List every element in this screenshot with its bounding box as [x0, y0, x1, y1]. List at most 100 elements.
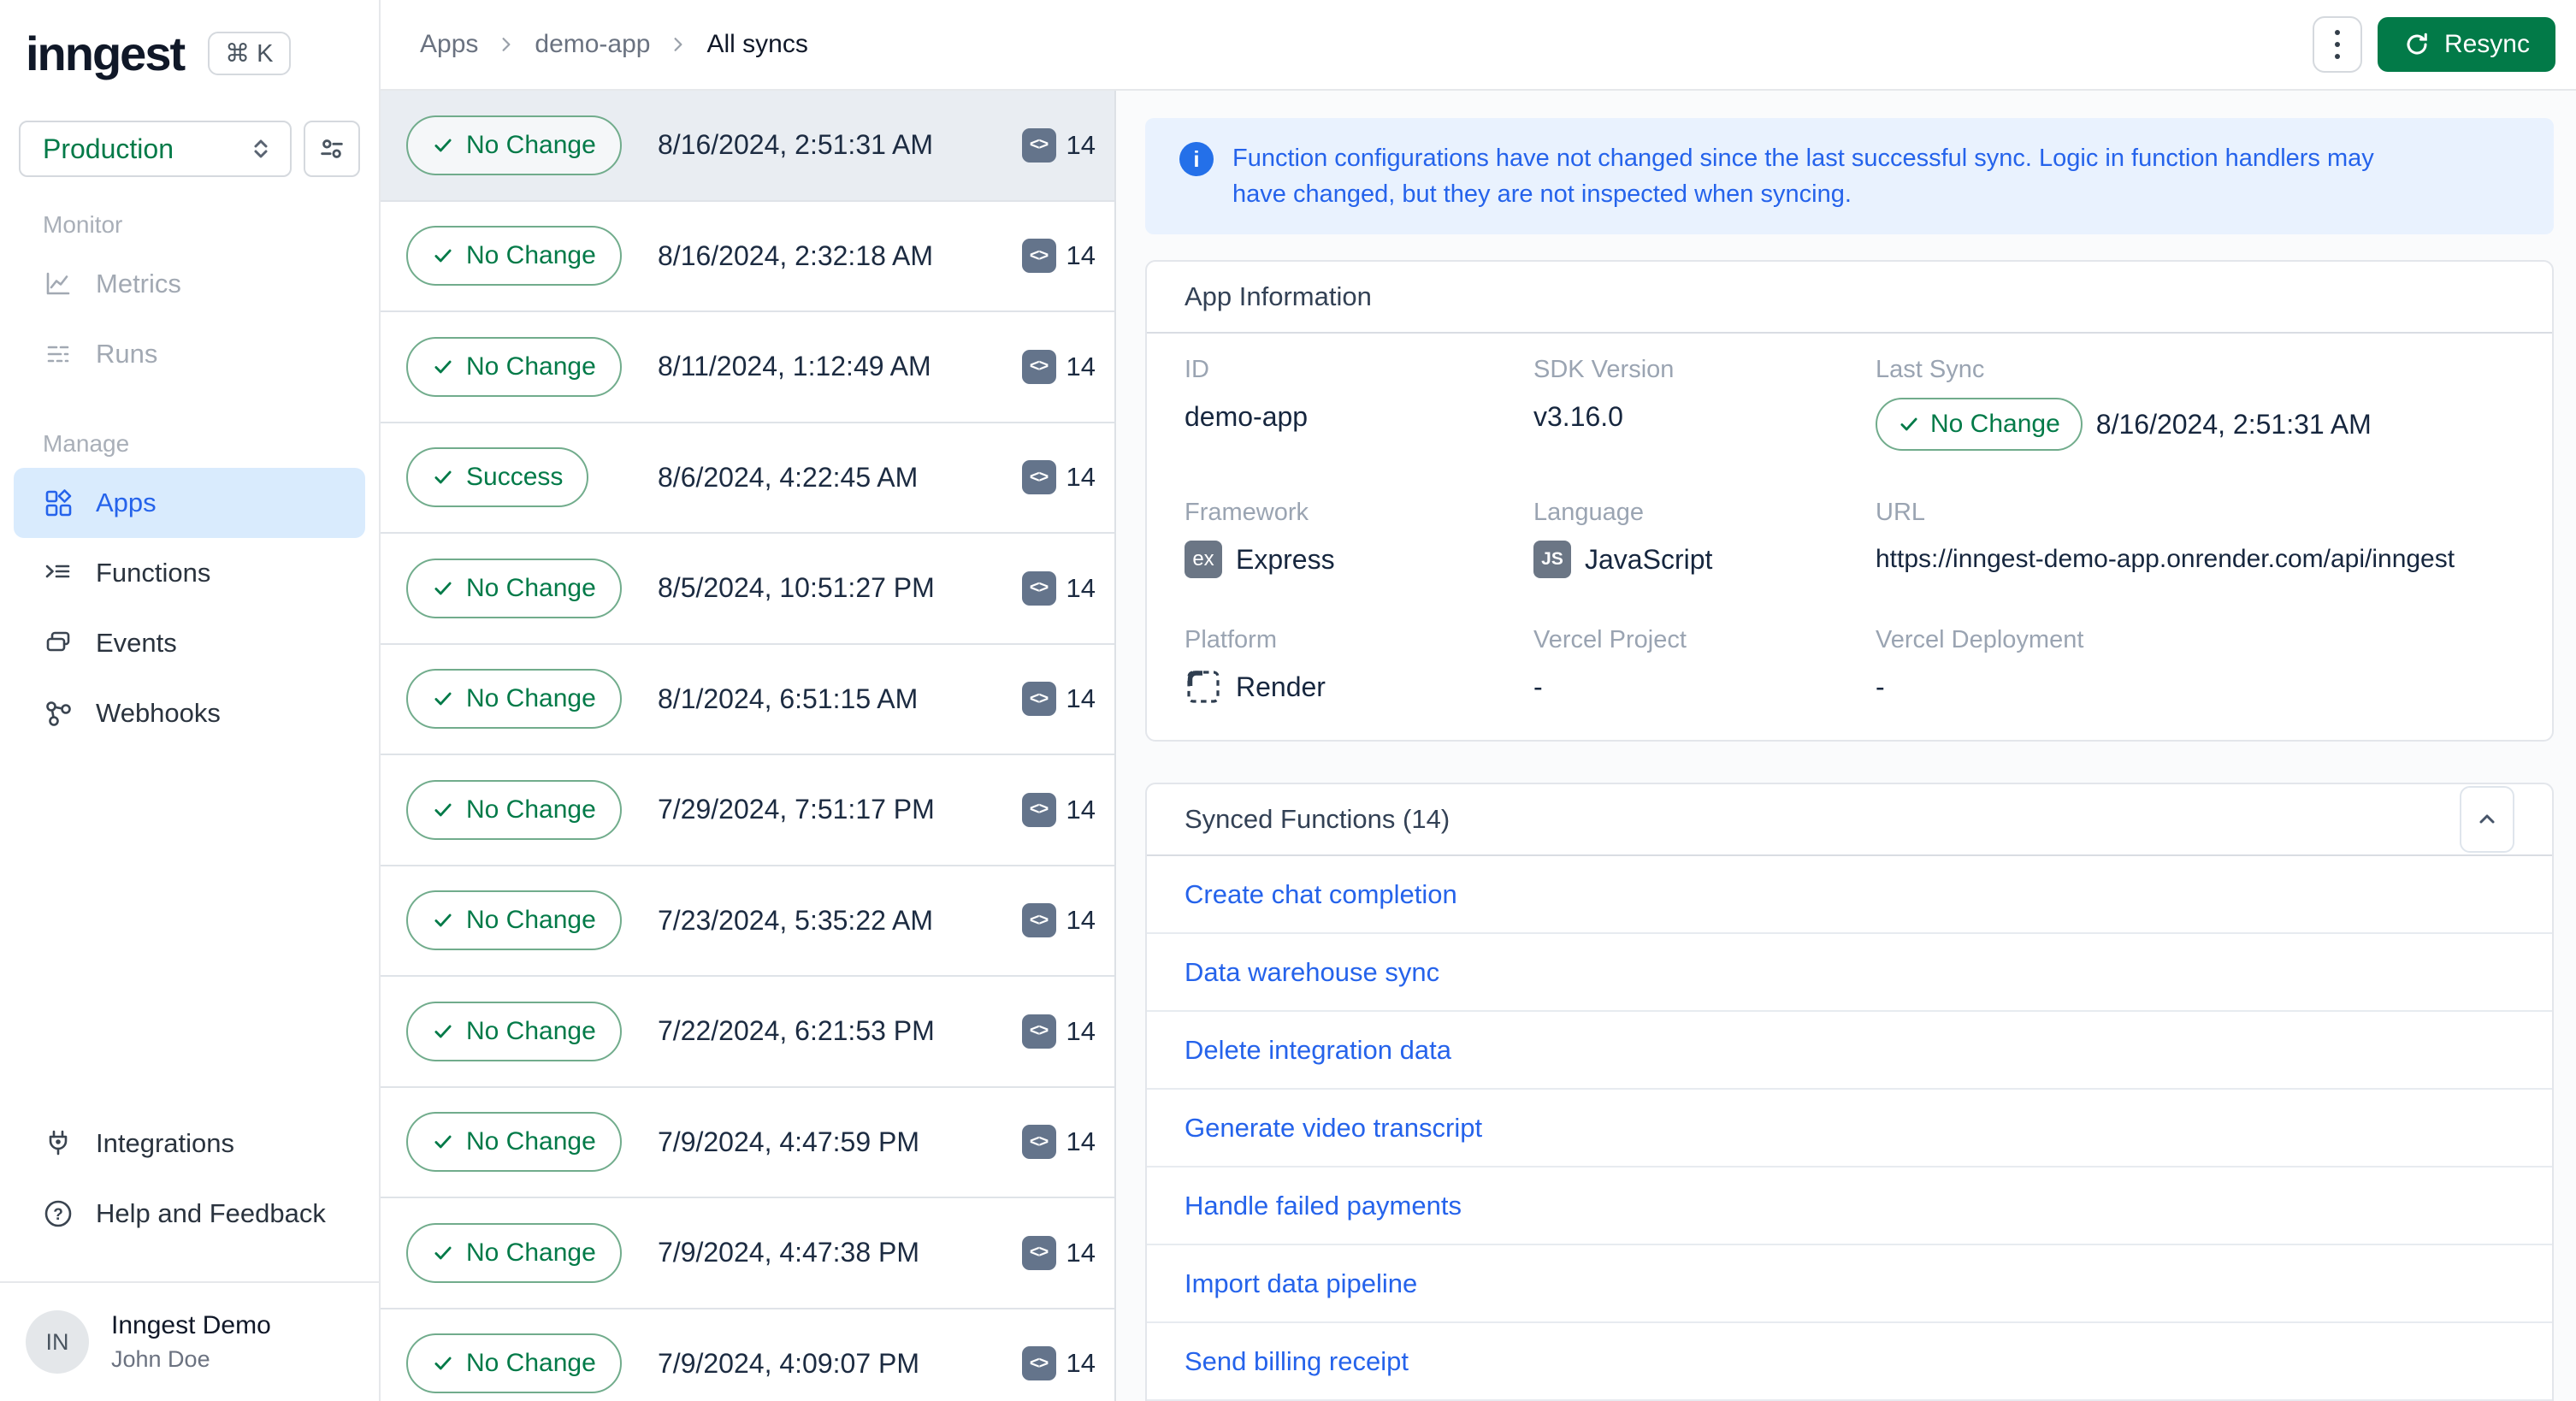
resync-label: Resync [2443, 30, 2530, 58]
function-link-data-warehouse-sync[interactable]: Data warehouse sync [1185, 957, 1439, 988]
status-badge-label: Success [466, 463, 564, 492]
sync-row[interactable]: No Change 7/29/2024, 7:51:17 PM <> 14 [381, 755, 1114, 866]
function-count-value: 14 [1066, 129, 1096, 160]
sync-row[interactable]: No Change 8/1/2024, 6:51:15 AM <> 14 [381, 644, 1114, 755]
status-badge: Success [406, 447, 589, 508]
sync-row[interactable]: No Change 8/16/2024, 2:32:18 AM <> 14 [381, 201, 1114, 312]
check-icon [432, 356, 454, 378]
sync-timestamp: 7/9/2024, 4:47:38 PM [658, 1237, 919, 1268]
sync-row[interactable]: No Change 7/23/2024, 5:35:22 AM <> 14 [381, 866, 1114, 977]
top-bar: Apps demo-app All syncs Resync [381, 0, 2576, 91]
check-icon [432, 466, 454, 488]
sync-row[interactable]: No Change 7/22/2024, 6:21:53 PM <> 14 [381, 977, 1114, 1088]
function-link-handle-failed-payments[interactable]: Handle failed payments [1185, 1191, 1462, 1221]
status-badge-label: No Change [466, 241, 596, 270]
sidebar-item-help-and-feedback[interactable]: ? Help and Feedback [14, 1179, 365, 1249]
status-badge: No Change [406, 779, 622, 840]
code-icon: <> [1021, 1125, 1056, 1160]
sync-timestamp: 8/5/2024, 10:51:27 PM [658, 572, 935, 604]
sidebar-item-label: Help and Feedback [96, 1198, 326, 1228]
check-icon [432, 799, 454, 821]
status-badge: No Change [406, 1001, 622, 1061]
sidebar-item-apps[interactable]: Apps [14, 468, 365, 538]
function-link-create-chat-completion[interactable]: Create chat completion [1185, 879, 1457, 910]
function-count: <> 14 [1021, 1125, 1096, 1160]
sync-timestamp: 7/9/2024, 4:09:07 PM [658, 1347, 919, 1379]
sidebar-item-functions[interactable]: Functions [14, 538, 365, 608]
status-badge-label: No Change [466, 130, 596, 159]
sync-timestamp: 8/16/2024, 2:51:31 AM [658, 129, 934, 161]
sync-timestamp: 7/9/2024, 4:47:59 PM [658, 1126, 919, 1157]
sync-list: No Change 8/16/2024, 2:51:31 AM <> 14 No Cha… [381, 91, 1116, 1401]
sidebar-item-events[interactable]: Events [14, 608, 365, 678]
status-badge: No Change [406, 1222, 622, 1283]
field-framework-value: Express [1236, 543, 1335, 575]
sync-row[interactable]: No Change 8/16/2024, 2:51:31 AM <> 14 [381, 91, 1114, 202]
sidebar-item-label: Apps [96, 488, 157, 517]
field-language-value: JavaScript [1585, 543, 1713, 575]
sync-row[interactable]: No Change 8/5/2024, 10:51:27 PM <> 14 [381, 534, 1114, 645]
field-last-sync-label: Last Sync [1876, 356, 1985, 383]
chevron-up-icon [2475, 807, 2499, 831]
check-icon [432, 1242, 454, 1264]
metrics-icon [43, 269, 74, 299]
status-badge-label: No Change [466, 1016, 596, 1045]
field-sdk-version-value: v3.16.0 [1533, 400, 1623, 432]
function-count-value: 14 [1066, 351, 1096, 381]
function-row: Handle failed payments [1147, 1168, 2552, 1245]
sidebar-item-label: Functions [96, 558, 211, 588]
sync-detail-panel: i Function configurations have not chang… [1116, 91, 2576, 1401]
breadcrumb-all-syncs: All syncs [706, 30, 808, 58]
field-url-label: URL [1876, 499, 1926, 526]
sync-timestamp: 7/23/2024, 5:35:22 AM [658, 904, 934, 936]
sync-row[interactable]: No Change 8/11/2024, 1:12:49 AM <> 14 [381, 312, 1114, 423]
breadcrumb: Apps demo-app All syncs [420, 30, 808, 59]
inngest-logo: inngest [26, 27, 186, 80]
sidebar-item-integrations[interactable]: Integrations [14, 1108, 365, 1179]
sync-row[interactable]: No Change 7/9/2024, 4:47:59 PM <> 14 [381, 1087, 1114, 1198]
sidebar-item-webhooks[interactable]: Webhooks [14, 678, 365, 748]
sidebar-item-label: Events [96, 628, 177, 658]
environment-select[interactable]: Production [19, 121, 292, 177]
webhooks-icon [43, 698, 74, 729]
status-badge-label: No Change [466, 1127, 596, 1156]
function-count-value: 14 [1066, 794, 1096, 825]
profile[interactable]: IN Inngest Demo John Doe [0, 1283, 379, 1401]
function-link-send-billing-receipt[interactable]: Send billing receipt [1185, 1346, 1409, 1377]
field-id-label: ID [1185, 356, 1209, 383]
sidebar: inngest ⌘ K Production Monitor Metrics Run… [0, 0, 381, 1401]
function-link-generate-video-transcript[interactable]: Generate video transcript [1185, 1113, 1482, 1144]
function-link-import-data-pipeline[interactable]: Import data pipeline [1185, 1268, 1417, 1299]
check-icon [432, 577, 454, 600]
field-platform-value: Render [1236, 671, 1326, 702]
sync-timestamp: 8/6/2024, 4:22:45 AM [658, 461, 919, 493]
info-banner: i Function configurations have not chang… [1145, 118, 2554, 234]
function-link-delete-integration-data[interactable]: Delete integration data [1185, 1035, 1451, 1066]
profile-user-name: John Doe [111, 1346, 210, 1372]
sync-row[interactable]: Success 8/6/2024, 4:22:45 AM <> 14 [381, 423, 1114, 534]
field-vercel-deployment-label: Vercel Deployment [1876, 626, 2084, 653]
more-actions-button[interactable] [2312, 16, 2362, 73]
function-count: <> 14 [1021, 570, 1096, 606]
check-icon [432, 1020, 454, 1043]
breadcrumb-apps[interactable]: Apps [420, 30, 478, 59]
collapse-button[interactable] [2460, 786, 2514, 853]
sync-row[interactable]: No Change 7/9/2024, 4:09:07 PM <> 14 [381, 1309, 1114, 1401]
function-count-value: 14 [1066, 572, 1096, 603]
resync-button[interactable]: Resync [2377, 17, 2555, 72]
check-icon [432, 1131, 454, 1153]
sync-timestamp: 7/29/2024, 7:51:17 PM [658, 794, 935, 825]
command-k-shortcut[interactable]: ⌘ K [208, 32, 291, 75]
sidebar-item-metrics[interactable]: Metrics [14, 249, 365, 319]
function-count: <> 14 [1021, 1235, 1096, 1270]
sidebar-item-runs[interactable]: Runs [14, 319, 365, 389]
function-count: <> 14 [1021, 1346, 1096, 1381]
breadcrumb-demo-app[interactable]: demo-app [535, 30, 650, 59]
status-badge-label: No Change [1930, 410, 2060, 438]
sync-row[interactable]: No Change 7/9/2024, 4:47:38 PM <> 14 [381, 1198, 1114, 1309]
check-icon [432, 134, 454, 157]
field-id-value: demo-app [1185, 400, 1309, 432]
synced-functions-card: Synced Functions (14) Create chat comple… [1145, 783, 2554, 1401]
environment-filter-button[interactable] [304, 121, 360, 177]
runs-icon [43, 339, 74, 369]
